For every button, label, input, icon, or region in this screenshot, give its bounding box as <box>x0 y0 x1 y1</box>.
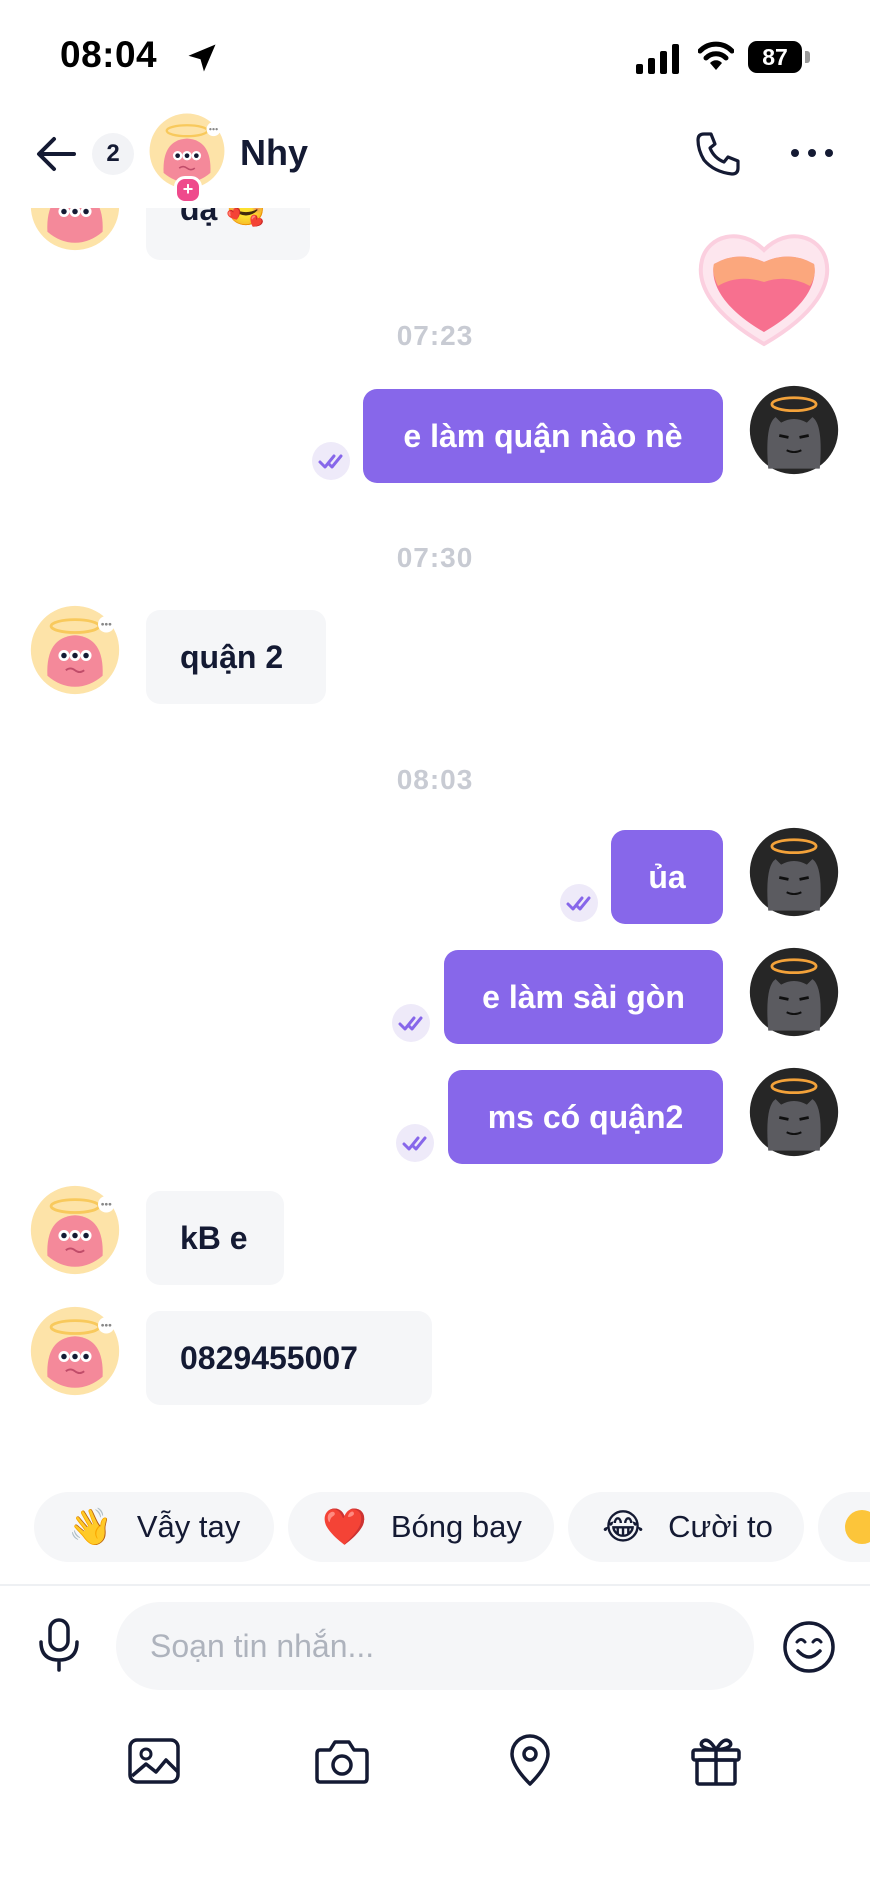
quick-reaction-balloon[interactable]: ❤️ Bóng bay <box>288 1492 554 1562</box>
message-bubble-incoming[interactable]: kB e <box>146 1191 284 1285</box>
double-check-icon <box>398 1016 423 1031</box>
quick-reaction-wave[interactable]: 👋 Vẫy tay <box>34 1492 274 1562</box>
double-check-icon <box>566 896 591 911</box>
message-bubble-incoming[interactable]: 0829455007 <box>146 1311 432 1405</box>
partial-emoji-icon <box>845 1510 870 1544</box>
cellular-signal-icon <box>636 44 679 74</box>
composer-divider <box>0 1584 870 1586</box>
seen-receipt <box>396 1124 434 1162</box>
timestamp-divider: 07:30 <box>396 542 474 573</box>
wifi-icon <box>698 41 734 70</box>
seen-receipt <box>312 442 350 480</box>
red-heart-icon: ❤️ <box>322 1506 367 1547</box>
emoji-picker-icon[interactable] <box>782 1620 836 1674</box>
message-input[interactable] <box>116 1602 754 1690</box>
location-pin-icon[interactable] <box>502 1734 558 1788</box>
add-contact-icon[interactable]: + <box>174 176 202 204</box>
status-time: 08:04 <box>60 34 158 75</box>
message-bubble-outgoing[interactable]: ủa <box>611 830 723 924</box>
gallery-icon[interactable] <box>126 1734 182 1788</box>
laughing-face-icon: 😂 <box>602 1506 645 1547</box>
quick-reaction-label: Cười to <box>668 1509 773 1544</box>
more-options-icon[interactable] <box>790 146 834 160</box>
message-bubble-outgoing[interactable]: e làm sài gòn <box>444 950 723 1044</box>
gift-icon[interactable] <box>688 1734 744 1788</box>
timestamp-divider: 08:03 <box>396 764 474 795</box>
seen-receipt <box>560 884 598 922</box>
user-message-avatar <box>749 827 839 917</box>
double-check-icon <box>318 454 343 469</box>
user-message-avatar <box>749 1067 839 1157</box>
phone-call-icon[interactable] <box>694 130 742 178</box>
battery-level: 87 <box>762 44 788 70</box>
waving-hand-icon: 👋 <box>68 1506 113 1547</box>
back-arrow-icon[interactable] <box>34 134 78 174</box>
battery-indicator: 87 <box>748 41 810 73</box>
quick-reaction-label: Bóng bay <box>390 1509 522 1544</box>
location-arrow-icon <box>188 44 216 72</box>
seen-receipt <box>392 1004 430 1042</box>
message-bubble-outgoing[interactable]: e làm quận nào nè <box>363 389 723 483</box>
message-bubble-outgoing[interactable]: ms có quận2 <box>448 1070 723 1164</box>
message-bubble-incoming[interactable]: quận 2 <box>146 610 326 704</box>
contact-message-avatar <box>30 1185 120 1275</box>
timestamp-divider: 07:23 <box>396 320 474 351</box>
quick-reaction-label: Vẫy tay <box>136 1509 241 1544</box>
camera-icon[interactable] <box>314 1734 370 1788</box>
quick-reaction-laugh[interactable]: 😂 Cười to <box>568 1492 804 1562</box>
contact-message-avatar <box>30 1306 120 1396</box>
contact-name[interactable]: Nhy <box>240 132 308 174</box>
user-message-avatar <box>749 385 839 475</box>
microphone-icon[interactable] <box>36 1618 82 1672</box>
unread-count-badge[interactable]: 2 <box>92 133 134 175</box>
contact-message-avatar <box>30 605 120 695</box>
quick-reaction-more[interactable] <box>818 1492 870 1562</box>
double-check-icon <box>402 1136 427 1151</box>
user-message-avatar <box>749 947 839 1037</box>
